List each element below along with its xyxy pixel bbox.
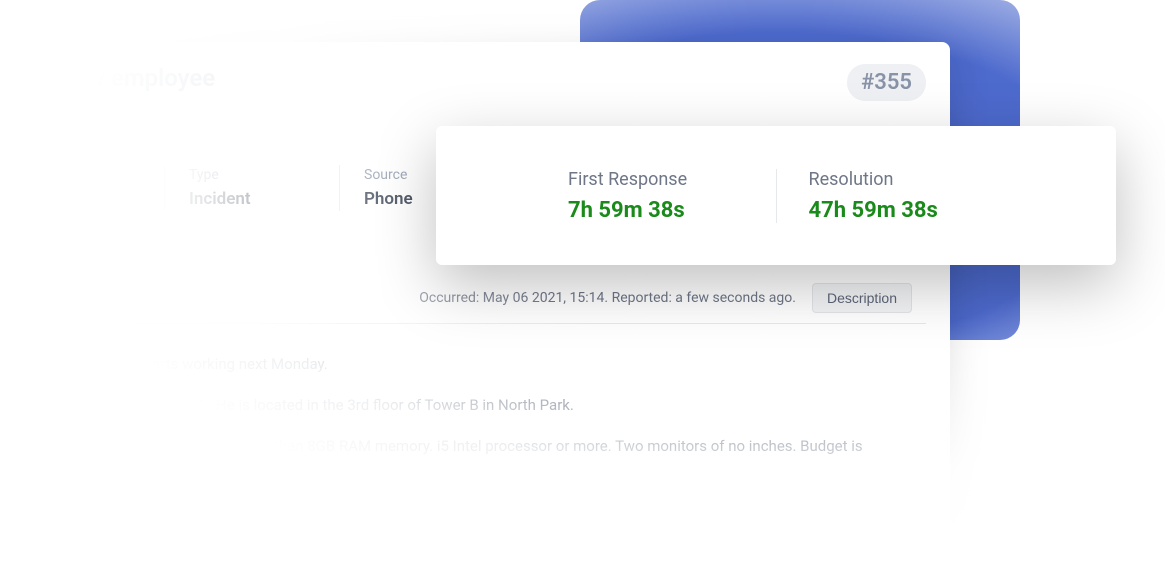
resolution-label: Resolution	[809, 169, 985, 190]
body-line-1: Cristian Sanchez starts working next Mon…	[24, 352, 926, 377]
ticket-card: for new employee Request #355 Type Incid…	[0, 42, 950, 572]
occurred-text: Occurred: May 06 2021, 15:14. Reported: …	[419, 290, 796, 306]
sla-card: First Response 7h 59m 38s Resolution 47h…	[436, 126, 1116, 265]
body-line-4: please contact me or Sergio.	[24, 499, 926, 524]
body-line-3: must meet these requirements: More than …	[24, 434, 926, 484]
ticket-subtitle: Request	[24, 100, 215, 115]
ticket-id-badge: #355	[847, 64, 926, 101]
ticket-title: for new employee	[24, 64, 215, 92]
meta-label-type: Type	[189, 167, 315, 183]
meta-type: Type Incident	[164, 165, 339, 211]
meta-block	[24, 165, 164, 211]
ticket-header: for new employee Request #355	[24, 64, 926, 115]
resolution-value: 47h 59m 38s	[809, 198, 985, 223]
meta-value-type: Incident	[189, 189, 315, 209]
body-line-2: monitor for his office ASAP - He is loca…	[24, 393, 926, 418]
ticket-body: Cristian Sanchez starts working next Mon…	[24, 352, 926, 524]
occurred-bar: Occurred: May 06 2021, 15:14. Reported: …	[24, 273, 926, 324]
resolution-block: Resolution 47h 59m 38s	[777, 169, 1017, 223]
first-response-block: First Response 7h 59m 38s	[536, 169, 777, 223]
description-button[interactable]: Description	[812, 283, 912, 313]
first-response-label: First Response	[568, 169, 744, 190]
first-response-value: 7h 59m 38s	[568, 198, 744, 223]
